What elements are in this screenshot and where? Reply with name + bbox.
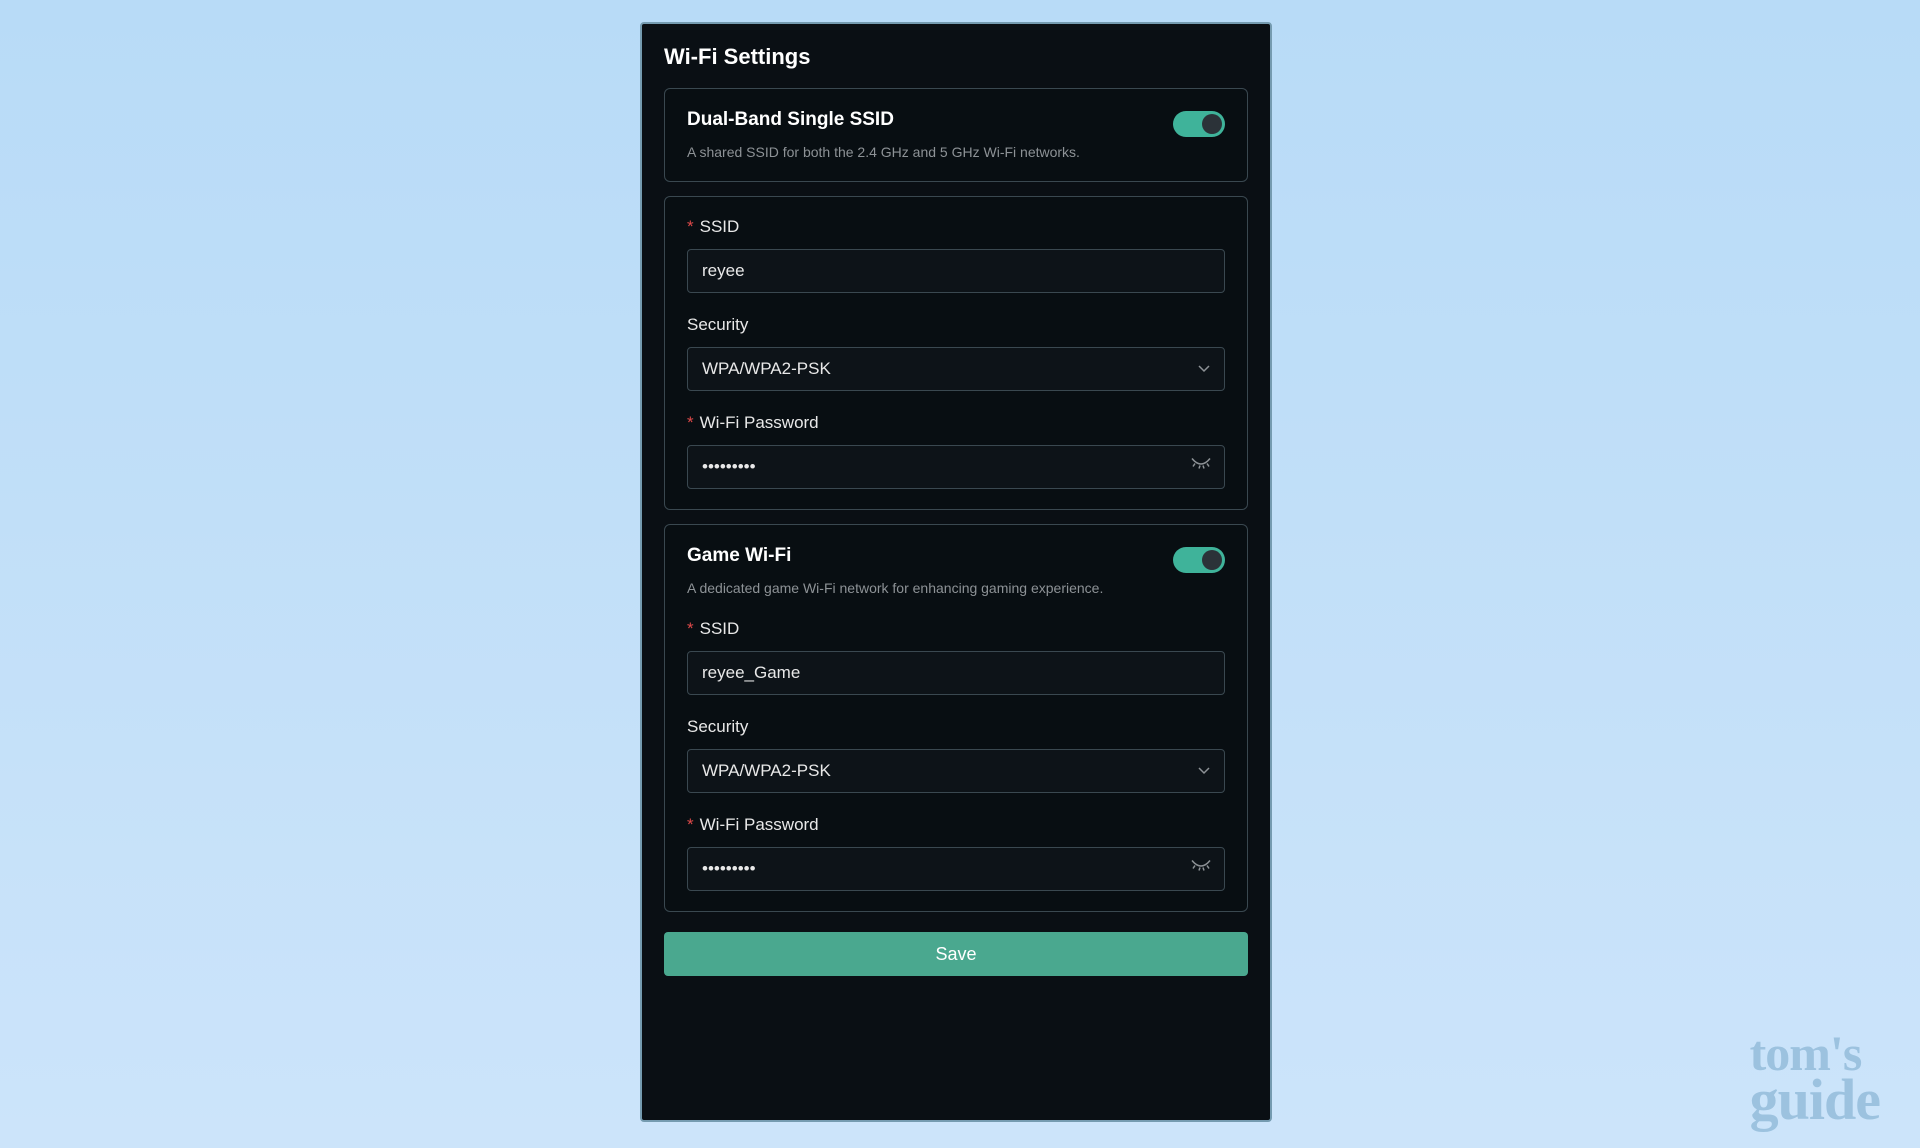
ssid-input[interactable] (687, 249, 1225, 293)
game-ssid-label: * SSID (687, 619, 1225, 639)
game-wifi-title: Game Wi-Fi (687, 545, 1173, 567)
password-input[interactable] (687, 445, 1225, 489)
wifi-settings-panel: Wi-Fi Settings Dual-Band Single SSID A s… (640, 22, 1272, 1122)
required-mark: * (687, 619, 694, 639)
game-wifi-desc: A dedicated game Wi-Fi network for enhan… (687, 579, 1173, 597)
game-password-input[interactable] (687, 847, 1225, 891)
security-value: WPA/WPA2-PSK (702, 359, 831, 379)
watermark-line2: guide (1750, 1075, 1880, 1124)
game-ssid-input[interactable] (687, 651, 1225, 695)
game-security-select[interactable]: WPA/WPA2-PSK (687, 749, 1225, 793)
required-mark: * (687, 413, 694, 433)
watermark-logo: tom's guide (1750, 1032, 1880, 1124)
eye-closed-icon[interactable] (1191, 860, 1211, 879)
toggle-knob (1202, 114, 1222, 134)
game-password-label: * Wi-Fi Password (687, 815, 1225, 835)
game-wifi-header: Game Wi-Fi A dedicated game Wi-Fi networ… (687, 545, 1225, 597)
save-button[interactable]: Save (664, 932, 1248, 976)
password-label: * Wi-Fi Password (687, 413, 1225, 433)
security-label: Security (687, 315, 1225, 335)
main-wifi-card: * SSID Security WPA/WPA2-PSK * Wi-Fi Pas… (664, 196, 1248, 510)
dual-band-card: Dual-Band Single SSID A shared SSID for … (664, 88, 1248, 182)
security-field: Security WPA/WPA2-PSK (687, 315, 1225, 391)
password-field: * Wi-Fi Password (687, 413, 1225, 489)
game-security-field: Security WPA/WPA2-PSK (687, 717, 1225, 793)
game-password-field: * Wi-Fi Password (687, 815, 1225, 891)
dual-band-header: Dual-Band Single SSID A shared SSID for … (687, 109, 1225, 161)
required-mark: * (687, 815, 694, 835)
game-wifi-toggle[interactable] (1173, 547, 1225, 573)
game-security-value: WPA/WPA2-PSK (702, 761, 831, 781)
required-mark: * (687, 217, 694, 237)
panel-title: Wi-Fi Settings (664, 44, 1248, 70)
game-security-label: Security (687, 717, 1225, 737)
dual-band-title: Dual-Band Single SSID (687, 109, 1173, 131)
game-wifi-card: Game Wi-Fi A dedicated game Wi-Fi networ… (664, 524, 1248, 912)
ssid-field: * SSID (687, 217, 1225, 293)
chevron-down-icon (1198, 363, 1210, 375)
security-select[interactable]: WPA/WPA2-PSK (687, 347, 1225, 391)
dual-band-toggle[interactable] (1173, 111, 1225, 137)
eye-closed-icon[interactable] (1191, 458, 1211, 477)
toggle-knob (1202, 550, 1222, 570)
ssid-label: * SSID (687, 217, 1225, 237)
dual-band-desc: A shared SSID for both the 2.4 GHz and 5… (687, 143, 1173, 161)
game-ssid-field: * SSID (687, 619, 1225, 695)
chevron-down-icon (1198, 765, 1210, 777)
